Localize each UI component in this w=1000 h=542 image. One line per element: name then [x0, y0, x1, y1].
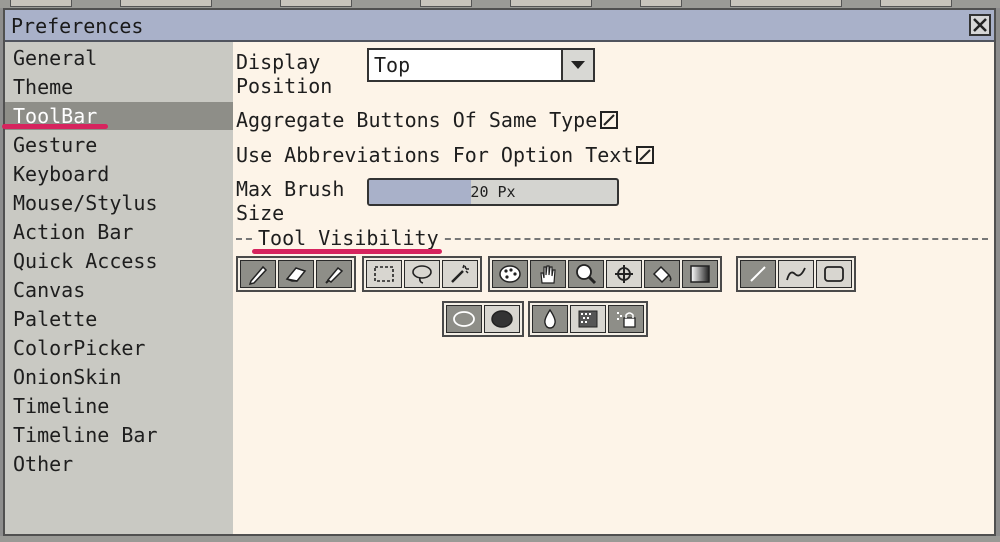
- brush-icon: [325, 266, 344, 284]
- chevron-down-icon: [571, 61, 585, 69]
- tool-dither[interactable]: [570, 305, 606, 333]
- tool-group-view: [488, 256, 722, 292]
- tool-lasso[interactable]: [404, 260, 440, 288]
- tool-lock[interactable]: [608, 305, 644, 333]
- tool-group-ellipses: [442, 301, 524, 337]
- sidebar-item-quick-access[interactable]: Quick Access: [5, 247, 233, 275]
- filled-ellipse-icon: [491, 310, 513, 328]
- tool-line[interactable]: [740, 260, 776, 288]
- sidebar-item-onionskin[interactable]: OnionSkin: [5, 363, 233, 391]
- tool-group-select: [362, 256, 482, 292]
- lasso-icon: [412, 265, 432, 284]
- max-brush-size-label-2: Size: [236, 201, 285, 225]
- tool-brush[interactable]: [316, 260, 352, 288]
- display-position-select[interactable]: Top: [367, 48, 595, 82]
- tool-zoom[interactable]: [568, 260, 604, 288]
- gradient-icon: [690, 265, 710, 283]
- rect-select-icon: [374, 266, 394, 282]
- tool-move[interactable]: [606, 260, 642, 288]
- sidebar-item-palette[interactable]: Palette: [5, 305, 233, 333]
- tool-gradient[interactable]: [682, 260, 718, 288]
- annotation-underline-toolbar: [2, 124, 108, 129]
- move-icon: [615, 265, 633, 283]
- close-icon: [973, 18, 987, 32]
- max-brush-size-slider[interactable]: 20 Px: [367, 178, 619, 206]
- line-icon: [750, 266, 766, 282]
- tool-eraser[interactable]: [278, 260, 314, 288]
- hand-icon: [540, 265, 556, 284]
- sidebar-item-gesture[interactable]: Gesture: [5, 131, 233, 159]
- check-icon: [603, 114, 615, 126]
- aggregate-buttons-label: Aggregate Buttons Of Same Type: [236, 108, 598, 132]
- tool-palette[interactable]: [492, 260, 528, 288]
- tool-hand[interactable]: [530, 260, 566, 288]
- tool-pencil[interactable]: [240, 260, 276, 288]
- zoom-icon: [576, 264, 597, 285]
- eraser-icon: [285, 267, 307, 282]
- check-icon: [639, 149, 651, 161]
- tool-magic-wand[interactable]: [442, 260, 478, 288]
- rectangle-icon: [824, 266, 844, 282]
- sidebar: General Theme ToolBar Gesture Keyboard M…: [5, 42, 233, 534]
- tool-drop[interactable]: [532, 305, 568, 333]
- max-brush-size-label: Max Brush: [236, 177, 345, 201]
- aggregate-buttons-checkbox[interactable]: [600, 111, 618, 129]
- fill-icon: [652, 265, 672, 284]
- sidebar-item-other[interactable]: Other: [5, 450, 233, 478]
- sidebar-item-canvas[interactable]: Canvas: [5, 276, 233, 304]
- sidebar-item-mouse-stylus[interactable]: Mouse/Stylus: [5, 189, 233, 217]
- tool-rect-select[interactable]: [366, 260, 402, 288]
- pencil-icon: [248, 265, 268, 285]
- sidebar-item-general[interactable]: General: [5, 44, 233, 72]
- annotation-underline-tool-visibility: [252, 249, 442, 254]
- abbreviations-checkbox[interactable]: [636, 146, 654, 164]
- display-position-value: Top: [374, 53, 411, 77]
- curve-icon: [786, 267, 806, 281]
- sidebar-item-action-bar[interactable]: Action Bar: [5, 218, 233, 246]
- close-button[interactable]: [969, 14, 991, 36]
- drop-icon: [544, 308, 556, 329]
- palette-icon: [499, 265, 521, 283]
- window-title: Preferences: [11, 14, 144, 38]
- tool-curve[interactable]: [778, 260, 814, 288]
- title-bar[interactable]: Preferences: [5, 10, 994, 42]
- lock-icon: [617, 312, 636, 328]
- sidebar-item-colorpicker[interactable]: ColorPicker: [5, 334, 233, 362]
- tool-filled-ellipse[interactable]: [484, 305, 520, 333]
- dither-icon: [578, 310, 598, 328]
- tool-rectangle[interactable]: [816, 260, 852, 288]
- ellipse-icon: [453, 311, 475, 327]
- tool-group-draw: [236, 256, 356, 292]
- abbreviations-label: Use Abbreviations For Option Text: [236, 143, 634, 167]
- sidebar-item-timeline[interactable]: Timeline: [5, 392, 233, 420]
- tool-ellipse[interactable]: [446, 305, 482, 333]
- display-position-label: Display: [236, 50, 321, 74]
- tool-group-shapes: [736, 256, 856, 292]
- tool-group-effects: [528, 301, 648, 337]
- slider-value: 20 Px: [470, 183, 516, 201]
- sidebar-item-keyboard[interactable]: Keyboard: [5, 160, 233, 188]
- sidebar-item-theme[interactable]: Theme: [5, 73, 233, 101]
- display-position-label-2: Position: [236, 74, 333, 98]
- tool-visibility-label: Tool Visibility: [255, 226, 442, 250]
- sidebar-item-timeline-bar[interactable]: Timeline Bar: [5, 421, 233, 449]
- background-app-bottom: [0, 536, 1000, 542]
- background-app-strip: [0, 0, 1000, 8]
- dropdown-button[interactable]: [561, 50, 593, 80]
- tool-fill[interactable]: [644, 260, 680, 288]
- magic-wand-icon: [451, 264, 469, 283]
